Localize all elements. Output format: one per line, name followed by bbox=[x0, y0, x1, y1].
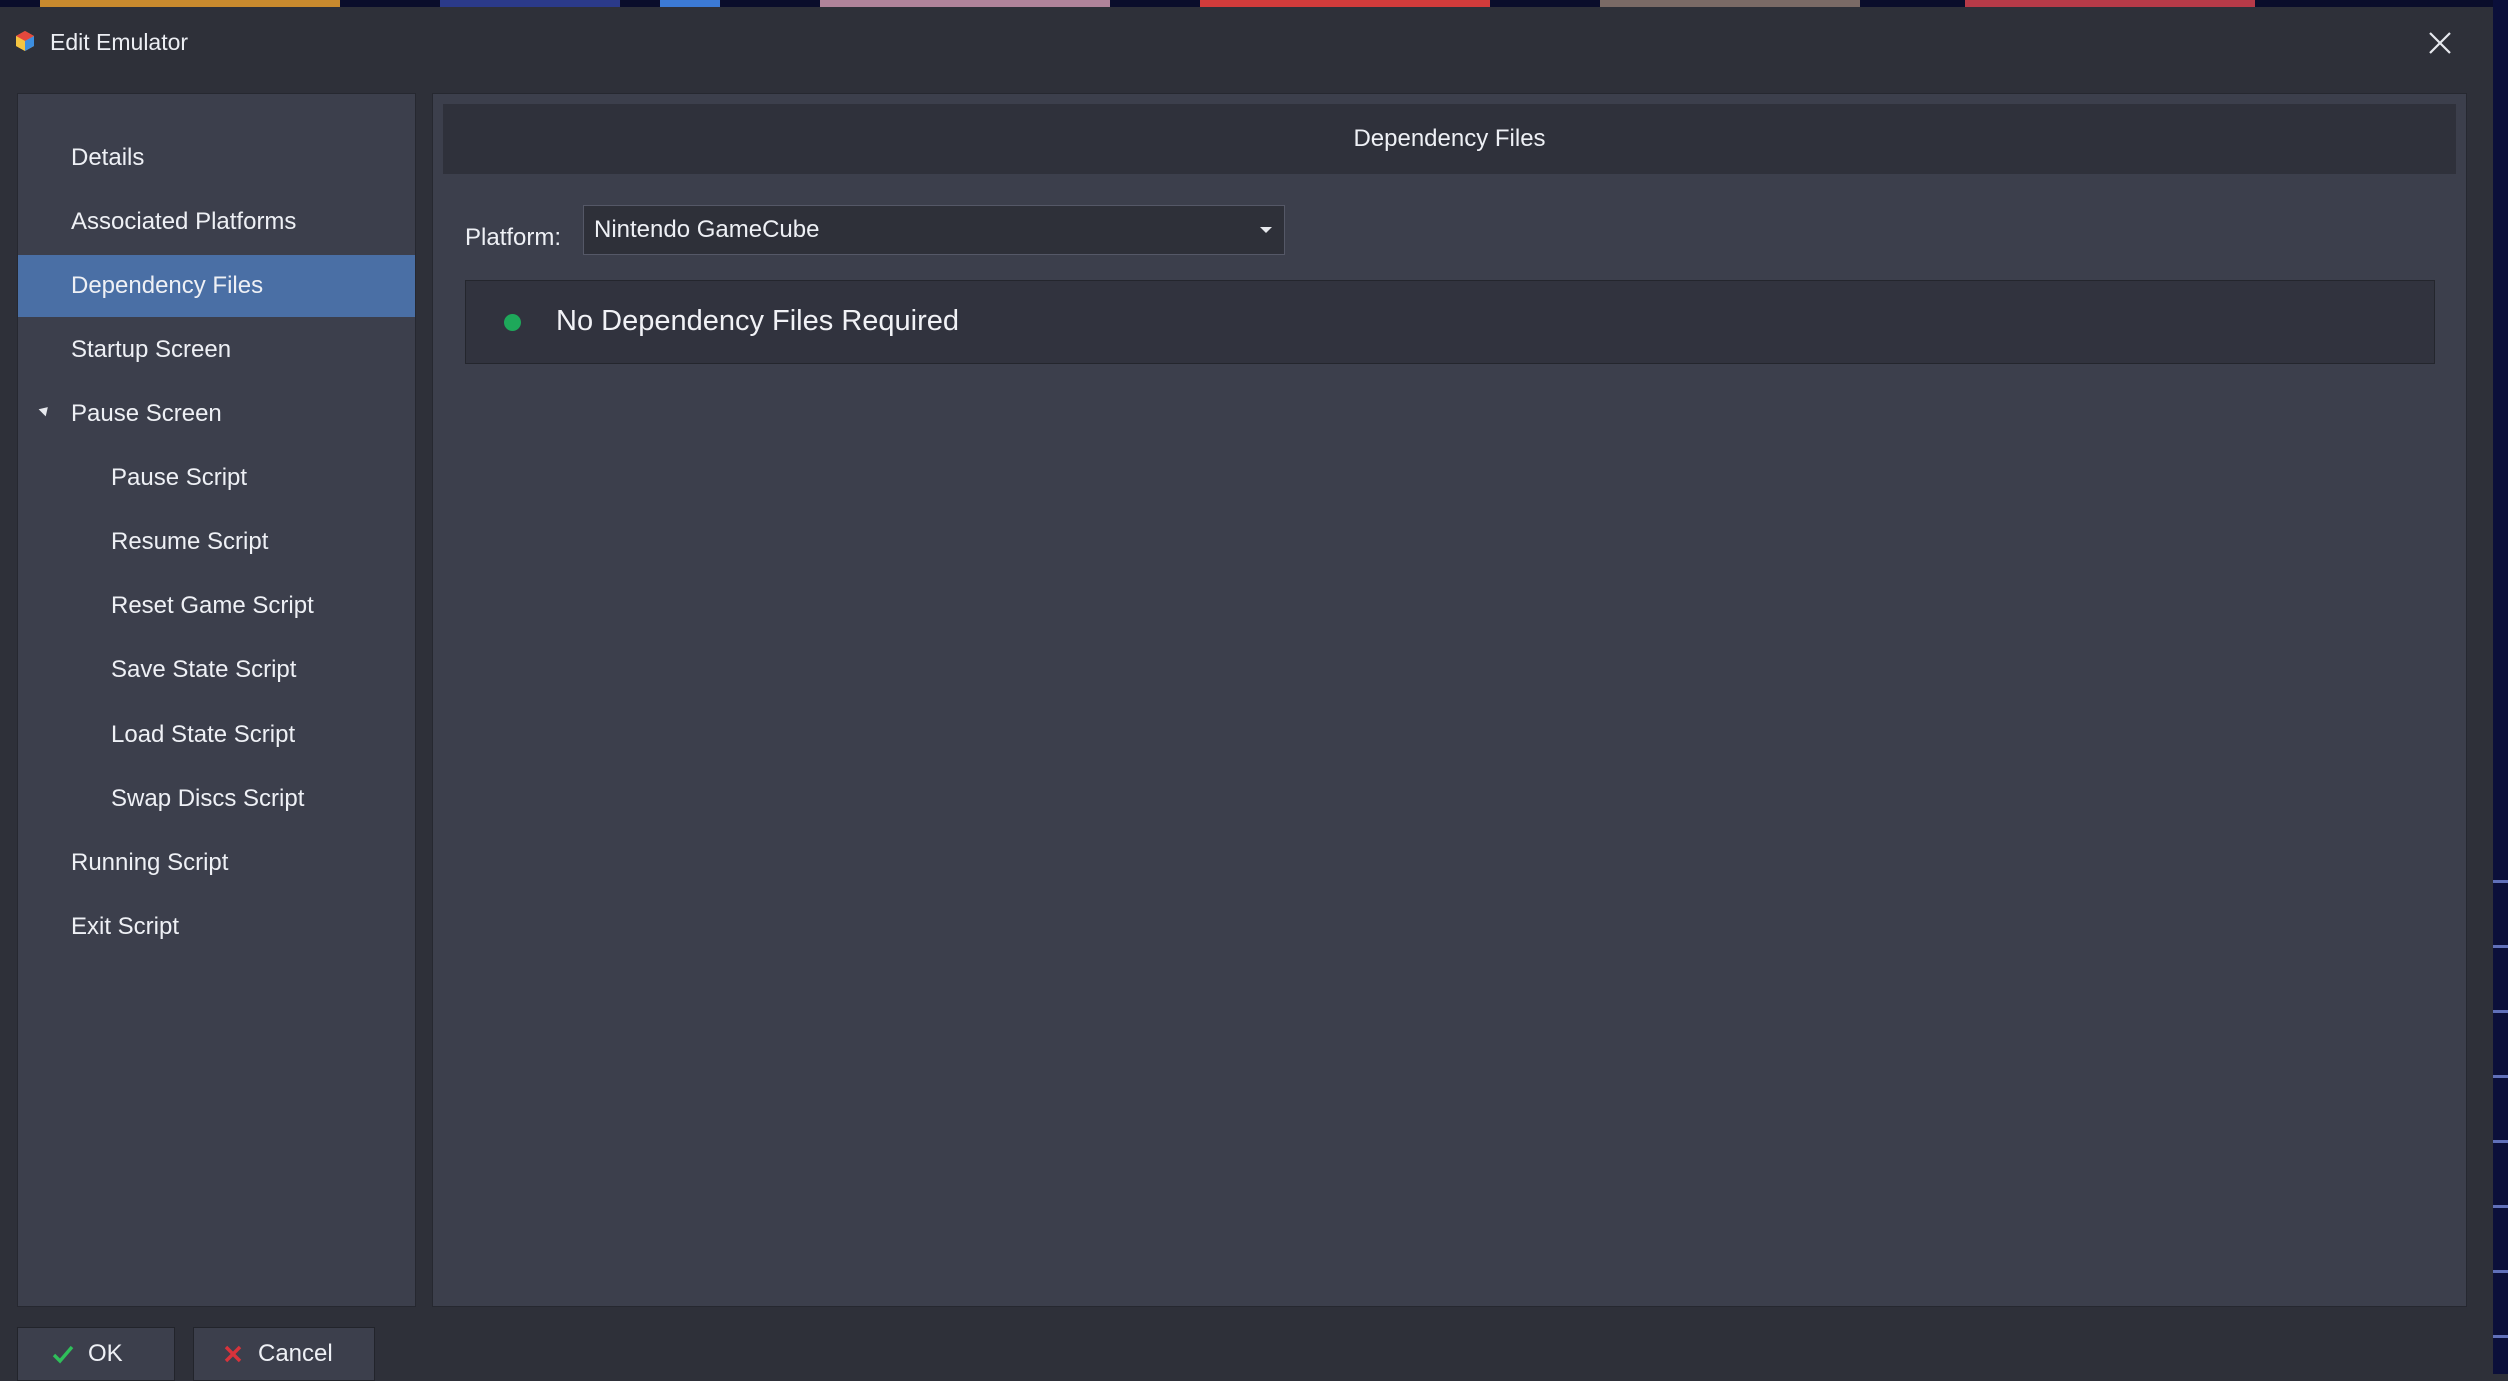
status-message: No Dependency Files Required bbox=[556, 305, 959, 337]
sidebar-item-pause-screen[interactable]: Pause Screen bbox=[18, 382, 415, 445]
settings-sidebar: Details Associated Platforms Dependency … bbox=[17, 93, 416, 1307]
sidebar-item-running-script[interactable]: Running Script bbox=[18, 831, 415, 894]
ok-button[interactable]: OK bbox=[17, 1327, 175, 1381]
sidebar-item-details[interactable]: Details bbox=[18, 126, 415, 189]
dependency-status-box: No Dependency Files Required bbox=[465, 280, 2435, 364]
sidebar-item-swap-discs-script[interactable]: Swap Discs Script bbox=[18, 767, 415, 830]
panel-header: Dependency Files bbox=[443, 104, 2456, 174]
launchbox-app-icon bbox=[16, 31, 34, 51]
status-ok-indicator-icon bbox=[504, 314, 521, 331]
sidebar-item-exit-script[interactable]: Exit Script bbox=[18, 895, 415, 958]
sidebar-item-label: Details bbox=[71, 143, 145, 171]
sidebar-item-label: Load State Script bbox=[111, 720, 296, 748]
sidebar-item-label: Startup Screen bbox=[71, 335, 232, 363]
sidebar-item-label: Associated Platforms bbox=[71, 207, 297, 235]
close-icon[interactable] bbox=[2420, 23, 2460, 63]
sidebar-item-associated-platforms[interactable]: Associated Platforms bbox=[18, 190, 415, 253]
sidebar-item-label: Dependency Files bbox=[71, 272, 264, 299]
cancel-button[interactable]: Cancel bbox=[193, 1327, 375, 1381]
sidebar-item-label: Resume Script bbox=[111, 527, 269, 555]
sidebar-item-label: Exit Script bbox=[71, 912, 180, 940]
title-bar: Edit Emulator bbox=[0, 7, 2493, 85]
expand-arrow-icon[interactable] bbox=[38, 403, 52, 417]
sidebar-item-label: Swap Discs Script bbox=[111, 784, 305, 812]
sidebar-item-dependency-files[interactable]: Dependency Files bbox=[18, 255, 415, 317]
platform-dropdown[interactable]: Nintendo GameCube bbox=[583, 205, 1285, 255]
platform-label: Platform: bbox=[465, 224, 562, 251]
panel-title: Dependency Files bbox=[1353, 125, 1546, 152]
dependency-files-panel: Dependency Files Platform: Nintendo Game… bbox=[432, 93, 2467, 1307]
cancel-x-icon bbox=[224, 1345, 242, 1363]
checkmark-icon bbox=[52, 1345, 74, 1364]
sidebar-item-resume-script[interactable]: Resume Script bbox=[18, 510, 415, 573]
window-title: Edit Emulator bbox=[50, 29, 189, 55]
sidebar-item-pause-script[interactable]: Pause Script bbox=[18, 446, 415, 509]
sidebar-item-load-state-script[interactable]: Load State Script bbox=[18, 703, 415, 766]
edit-emulator-dialog: Edit Emulator Details Associated Platfor… bbox=[0, 7, 2493, 1381]
chevron-down-icon bbox=[1260, 227, 1272, 233]
sidebar-item-label: Pause Script bbox=[111, 463, 248, 491]
background-desktop-strip bbox=[0, 0, 2508, 7]
sidebar-item-startup-screen[interactable]: Startup Screen bbox=[18, 318, 415, 381]
sidebar-item-save-state-script[interactable]: Save State Script bbox=[18, 638, 415, 701]
cancel-button-label: Cancel bbox=[258, 1340, 333, 1367]
background-desktop-edge bbox=[2493, 0, 2508, 1374]
sidebar-item-label: Pause Screen bbox=[71, 399, 222, 427]
sidebar-item-label: Reset Game Script bbox=[111, 591, 314, 619]
sidebar-item-label: Save State Script bbox=[111, 655, 297, 683]
ok-button-label: OK bbox=[88, 1340, 123, 1367]
sidebar-item-label: Running Script bbox=[71, 848, 229, 876]
platform-selected-value: Nintendo GameCube bbox=[594, 216, 820, 243]
sidebar-item-reset-game-script[interactable]: Reset Game Script bbox=[18, 574, 415, 637]
